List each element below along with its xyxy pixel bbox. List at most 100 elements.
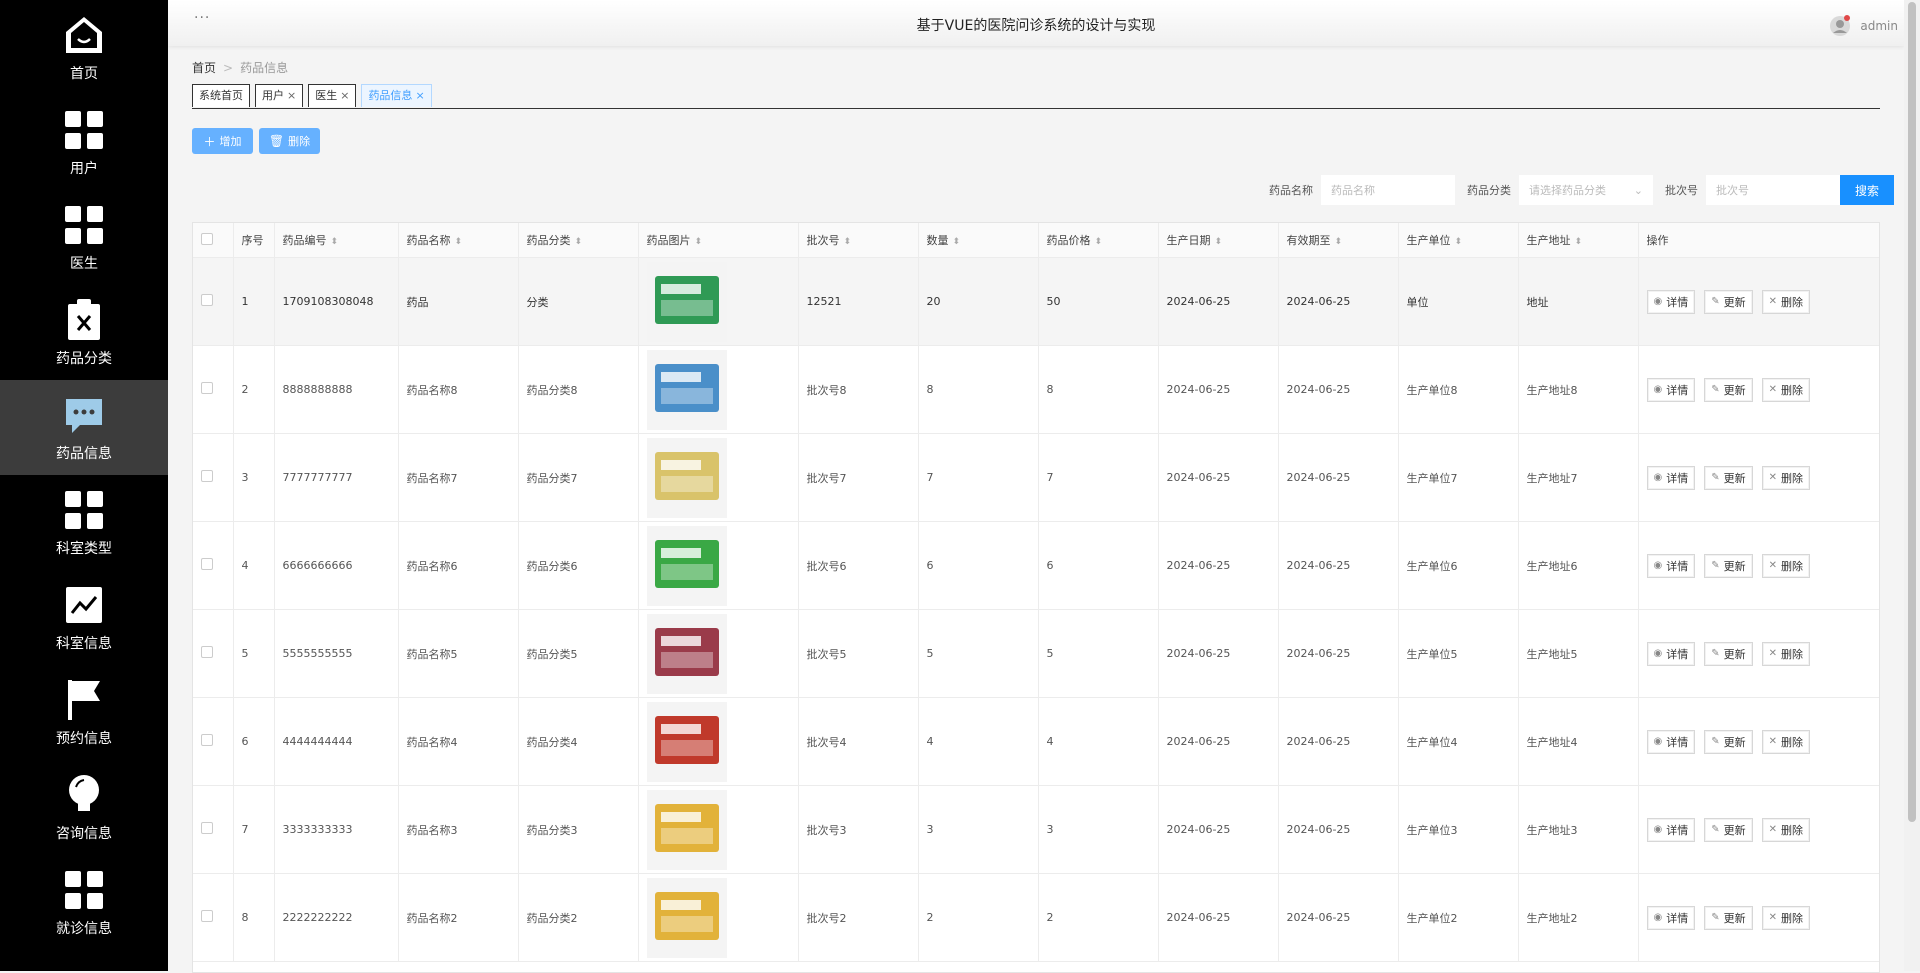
page-scrollbar[interactable] — [1904, 0, 1920, 971]
cell-price: 5 — [1038, 609, 1159, 698]
sort-icon[interactable]: ⬍ — [1455, 237, 1463, 247]
detail-button[interactable]: ◉ 详情 — [1646, 289, 1696, 314]
row-select-cell[interactable] — [193, 433, 234, 522]
tab-system-home[interactable]: 系统首页 — [192, 84, 250, 107]
row-checkbox[interactable] — [201, 470, 213, 482]
update-button[interactable]: ✎ 更新 — [1704, 905, 1753, 930]
sort-icon[interactable]: ⬍ — [331, 237, 339, 247]
row-checkbox[interactable] — [201, 382, 213, 394]
sort-icon[interactable]: ⬍ — [1095, 237, 1103, 247]
drug-name-input[interactable]: 药品名称 — [1321, 175, 1455, 205]
update-button[interactable]: ✎ 更新 — [1704, 553, 1753, 578]
row-checkbox[interactable] — [201, 558, 213, 570]
row-select-cell[interactable] — [193, 785, 234, 874]
sort-icon[interactable]: ⬍ — [695, 237, 703, 247]
sidebar-item-doctors[interactable]: 医生 — [0, 190, 168, 285]
sidebar-item-dept-type[interactable]: 科室类型 — [0, 475, 168, 570]
breadcrumb-home[interactable]: 首页 — [192, 61, 216, 75]
close-icon[interactable]: × — [287, 85, 296, 107]
column-header[interactable]: 生产单位 ⬍ — [1398, 223, 1519, 258]
detail-button[interactable]: ◉ 详情 — [1646, 817, 1696, 842]
tab-users[interactable]: 用户 × — [255, 84, 304, 107]
delete-button[interactable]: ✕ 删除 — [1761, 553, 1811, 578]
detail-button[interactable]: ◉ 详情 — [1646, 905, 1696, 930]
sort-icon[interactable]: ⬍ — [575, 237, 583, 247]
row-checkbox[interactable] — [201, 910, 213, 922]
detail-button[interactable]: ◉ 详情 — [1646, 729, 1696, 754]
scrollbar-thumb[interactable] — [1908, 2, 1916, 822]
batch-delete-button[interactable]: 🗑 删除 — [259, 128, 320, 154]
sidebar-item-drug-info[interactable]: 药品信息 — [0, 380, 168, 475]
cell-manufacturer: 生产单位5 — [1398, 609, 1519, 698]
search-button[interactable]: 搜索 — [1840, 175, 1894, 205]
delete-button[interactable]: ✕ 删除 — [1761, 641, 1811, 666]
row-checkbox[interactable] — [201, 734, 213, 746]
row-select-cell[interactable] — [193, 697, 234, 786]
column-header[interactable]: 有效期至 ⬍ — [1278, 223, 1399, 258]
drug-category-select[interactable]: 请选择药品分类 ⌄ — [1519, 175, 1653, 205]
delete-button[interactable]: ✕ 删除 — [1761, 465, 1811, 490]
cell-text: 2024-06-25 — [1286, 383, 1351, 396]
detail-button[interactable]: ◉ 详情 — [1646, 377, 1696, 402]
select-all-cell[interactable] — [193, 223, 234, 258]
sidebar-item-appointments[interactable]: 预约信息 — [0, 665, 168, 760]
sort-icon[interactable]: ⬍ — [455, 237, 463, 247]
delete-button[interactable]: ✕ 删除 — [1761, 905, 1811, 930]
update-button[interactable]: ✎ 更新 — [1704, 641, 1753, 666]
row-select-cell[interactable] — [193, 609, 234, 698]
row-checkbox[interactable] — [201, 646, 213, 658]
row-select-cell[interactable] — [193, 873, 234, 962]
row-checkbox[interactable] — [201, 822, 213, 834]
column-header[interactable]: 批次号 ⬍ — [798, 223, 919, 258]
update-button[interactable]: ✎ 更新 — [1704, 289, 1753, 314]
user-menu[interactable]: admin — [1828, 14, 1898, 38]
column-header[interactable]: 药品价格 ⬍ — [1038, 223, 1159, 258]
detail-button[interactable]: ◉ 详情 — [1646, 641, 1696, 666]
column-header[interactable]: 生产日期 ⬍ — [1158, 223, 1279, 258]
tab-drug-info[interactable]: 药品信息 × — [361, 84, 432, 107]
detail-button[interactable]: ◉ 详情 — [1646, 553, 1696, 578]
cell-text: 1 — [241, 295, 249, 308]
row-select-cell[interactable] — [193, 345, 234, 434]
column-header[interactable]: 药品编号 ⬍ — [274, 223, 399, 258]
update-button[interactable]: ✎ 更新 — [1704, 377, 1753, 402]
update-button[interactable]: ✎ 更新 — [1704, 817, 1753, 842]
sort-icon[interactable]: ⬍ — [1335, 237, 1343, 247]
update-button[interactable]: ✎ 更新 — [1704, 729, 1753, 754]
delete-button[interactable]: ✕ 删除 — [1761, 729, 1811, 754]
row-select-cell[interactable] — [193, 521, 234, 610]
cell-text: 2024-06-25 — [1286, 295, 1351, 308]
sidebar-item-consultations[interactable]: 咨询信息 — [0, 760, 168, 855]
sort-icon[interactable]: ⬍ — [953, 237, 961, 247]
batch-input[interactable]: 批次号 — [1706, 175, 1840, 205]
update-button[interactable]: ✎ 更新 — [1704, 465, 1753, 490]
sort-icon[interactable]: ⬍ — [1575, 237, 1583, 247]
drug-category-label: 药品分类 — [1467, 184, 1511, 197]
row-select-cell[interactable] — [193, 257, 234, 346]
delete-button[interactable]: ✕ 删除 — [1761, 289, 1811, 314]
add-button[interactable]: ＋增加 — [192, 128, 253, 154]
trend-chart-icon — [62, 583, 106, 627]
sidebar-item-home[interactable]: 首页 — [0, 0, 168, 95]
column-header[interactable]: 数量 ⬍ — [918, 223, 1039, 258]
cell-text: 生产单位5 — [1406, 647, 1458, 661]
tab-doctors[interactable]: 医生 × — [308, 84, 357, 107]
column-header[interactable]: 药品图片 ⬍ — [638, 223, 799, 258]
row-checkbox[interactable] — [201, 294, 213, 306]
sidebar-item-visits[interactable]: 就诊信息 — [0, 855, 168, 950]
column-header[interactable]: 生产地址 ⬍ — [1518, 223, 1639, 258]
column-header[interactable]: 药品分类 ⬍ — [518, 223, 639, 258]
delete-button[interactable]: ✕ 删除 — [1761, 377, 1811, 402]
sort-icon[interactable]: ⬍ — [844, 237, 852, 247]
sidebar-item-drug-category[interactable]: 药品分类 — [0, 285, 168, 380]
select-all-checkbox[interactable] — [201, 232, 213, 245]
sidebar-item-users[interactable]: 用户 — [0, 95, 168, 190]
close-icon[interactable]: × — [340, 85, 349, 107]
detail-button[interactable]: ◉ 详情 — [1646, 465, 1696, 490]
column-header[interactable]: 药品名称 ⬍ — [398, 223, 519, 258]
sort-icon[interactable]: ⬍ — [1215, 237, 1223, 247]
sidebar-item-dept-info[interactable]: 科室信息 — [0, 570, 168, 665]
close-icon[interactable]: × — [415, 85, 424, 107]
cell-index: 5 — [233, 609, 275, 698]
delete-button[interactable]: ✕ 删除 — [1761, 817, 1811, 842]
